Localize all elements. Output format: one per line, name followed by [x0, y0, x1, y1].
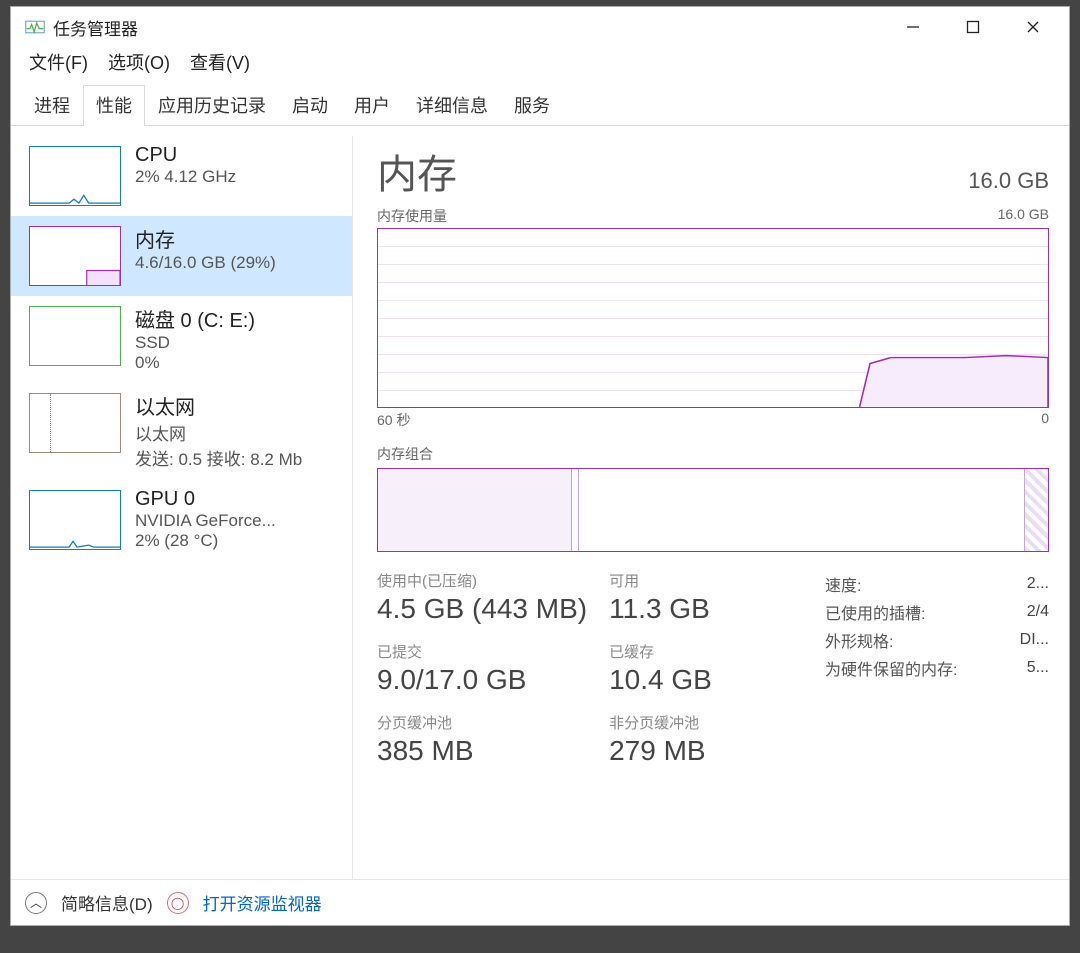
memory-label: 内存	[135, 224, 276, 253]
perf-sidebar: CPU2% 4.12 GHz 内存4.6/16.0 GB (29%) 磁盘 0 …	[11, 136, 353, 879]
gpu-sub2: 2% (28 °C)	[135, 531, 276, 551]
sidebar-item-memory[interactable]: 内存4.6/16.0 GB (29%)	[11, 216, 352, 296]
tab-performance[interactable]: 性能	[83, 85, 145, 126]
tab-app-history[interactable]: 应用历史记录	[145, 85, 279, 126]
stat-value: 11.3 GB	[609, 593, 807, 625]
memory-composition-bar[interactable]	[377, 468, 1049, 552]
stats-right: 速度:2...已使用的插槽:2/4外形规格:DI...为硬件保留的内存:5...	[825, 570, 1049, 767]
stat-key: 可用	[609, 570, 807, 591]
stat-row: 速度:2...	[825, 570, 1049, 598]
sidebar-item-ethernet[interactable]: 以太网以太网发送: 0.5 接收: 8.2 Mb	[11, 383, 352, 480]
tab-processes[interactable]: 进程	[21, 85, 83, 126]
open-resmon-link[interactable]: 打开资源监视器	[203, 890, 322, 915]
disk-label: 磁盘 0 (C: E:)	[135, 304, 255, 333]
memory-capacity: 16.0 GB	[968, 168, 1049, 194]
chart-ymax: 16.0 GB	[998, 206, 1049, 226]
gpu-label: GPU 0	[135, 488, 276, 511]
stats-left: 使用中(已压缩)4.5 GB (443 MB) 可用11.3 GB 已提交9.0/1…	[377, 570, 807, 767]
footer-bar: ︿ 简略信息(D) ◯ 打开资源监视器	[11, 879, 1069, 925]
stat-key: 分页缓冲池	[377, 712, 587, 733]
tab-users[interactable]: 用户	[341, 85, 403, 126]
stat-value: 279 MB	[609, 735, 807, 767]
stat-key: 为硬件保留的内存:	[825, 654, 1008, 682]
stat-key: 已提交	[377, 641, 587, 662]
sidebar-item-disk[interactable]: 磁盘 0 (C: E:)SSD0%	[11, 296, 352, 383]
resmon-icon: ◯	[167, 892, 189, 914]
stat-key: 非分页缓冲池	[609, 712, 807, 733]
stat-value: 5...	[1008, 654, 1049, 682]
comp-standby	[579, 469, 1025, 551]
stat-value: 2...	[1008, 570, 1049, 598]
stat-value: 2/4	[1008, 598, 1049, 626]
composition-label: 内存组合	[377, 444, 1049, 464]
disk-sub: SSD	[135, 333, 255, 353]
stat-value: 385 MB	[377, 735, 587, 767]
eth-label: 以太网	[135, 391, 302, 420]
stat-block: 已缓存10.4 GB	[609, 641, 807, 696]
stat-value: 4.5 GB (443 MB)	[377, 593, 587, 625]
stat-row: 外形规格:DI...	[825, 626, 1049, 654]
close-button[interactable]	[1003, 7, 1063, 47]
stat-row: 已使用的插槽:2/4	[825, 598, 1049, 626]
stat-key: 使用中(已压缩)	[377, 570, 587, 591]
tab-details[interactable]: 详细信息	[403, 85, 501, 126]
comp-in-use	[378, 469, 572, 551]
stat-value: 9.0/17.0 GB	[377, 664, 587, 696]
sidebar-item-gpu[interactable]: GPU 0NVIDIA GeForce...2% (28 °C)	[11, 480, 352, 561]
stat-block: 分页缓冲池385 MB	[377, 712, 587, 767]
comp-reserved	[1025, 469, 1048, 551]
tab-services[interactable]: 服务	[501, 85, 563, 126]
pane-title: 内存	[377, 142, 457, 200]
disk-thumb	[29, 306, 121, 366]
task-manager-window: 任务管理器 文件(F) 选项(O) 查看(V) 进程 性能 应用历史记录 启动 …	[10, 6, 1070, 926]
memory-sub: 4.6/16.0 GB (29%)	[135, 253, 276, 273]
cpu-sub: 2% 4.12 GHz	[135, 167, 236, 187]
xaxis-right: 0	[1041, 410, 1049, 430]
chart-label: 内存使用量	[377, 206, 447, 226]
menu-options[interactable]: 选项(O)	[108, 49, 170, 75]
sidebar-item-cpu[interactable]: CPU2% 4.12 GHz	[11, 136, 352, 216]
window-title: 任务管理器	[53, 15, 138, 40]
disk-sub2: 0%	[135, 353, 255, 373]
stat-block: 可用11.3 GB	[609, 570, 807, 625]
menu-bar: 文件(F) 选项(O) 查看(V)	[11, 47, 1069, 85]
memory-usage-chart[interactable]	[377, 228, 1049, 408]
chevron-up-icon[interactable]: ︿	[25, 892, 47, 914]
xaxis-left: 60 秒	[377, 410, 410, 430]
maximize-button[interactable]	[943, 7, 1003, 47]
minimize-button[interactable]	[883, 7, 943, 47]
gpu-sub: NVIDIA GeForce...	[135, 511, 276, 531]
tab-startup[interactable]: 启动	[279, 85, 341, 126]
cpu-label: CPU	[135, 144, 236, 167]
stat-key: 外形规格:	[825, 626, 1008, 654]
title-bar[interactable]: 任务管理器	[11, 7, 1069, 47]
stat-key: 已缓存	[609, 641, 807, 662]
stat-block: 已提交9.0/17.0 GB	[377, 641, 587, 696]
ethernet-thumb	[29, 393, 121, 453]
memory-thumb	[29, 226, 121, 286]
fewer-details-link[interactable]: 简略信息(D)	[61, 890, 153, 915]
taskmgr-icon	[25, 18, 45, 36]
menu-file[interactable]: 文件(F)	[29, 49, 88, 75]
stat-value: 10.4 GB	[609, 664, 807, 696]
gpu-thumb	[29, 490, 121, 550]
memory-detail-pane: 内存 16.0 GB 内存使用量 16.0 GB 60 秒 0 内存组合	[353, 136, 1069, 879]
menu-view[interactable]: 查看(V)	[190, 49, 250, 75]
eth-sub: 以太网	[135, 420, 302, 445]
comp-modified	[572, 469, 579, 551]
stat-value: DI...	[1008, 626, 1049, 654]
cpu-thumb	[29, 146, 121, 206]
stat-block: 非分页缓冲池279 MB	[609, 712, 807, 767]
eth-sub2: 发送: 0.5 接收: 8.2 Mb	[135, 445, 302, 470]
stat-block: 使用中(已压缩)4.5 GB (443 MB)	[377, 570, 587, 625]
stat-key: 速度:	[825, 570, 1008, 598]
stat-row: 为硬件保留的内存:5...	[825, 654, 1049, 682]
stat-key: 已使用的插槽:	[825, 598, 1008, 626]
tab-strip: 进程 性能 应用历史记录 启动 用户 详细信息 服务	[11, 85, 1069, 126]
